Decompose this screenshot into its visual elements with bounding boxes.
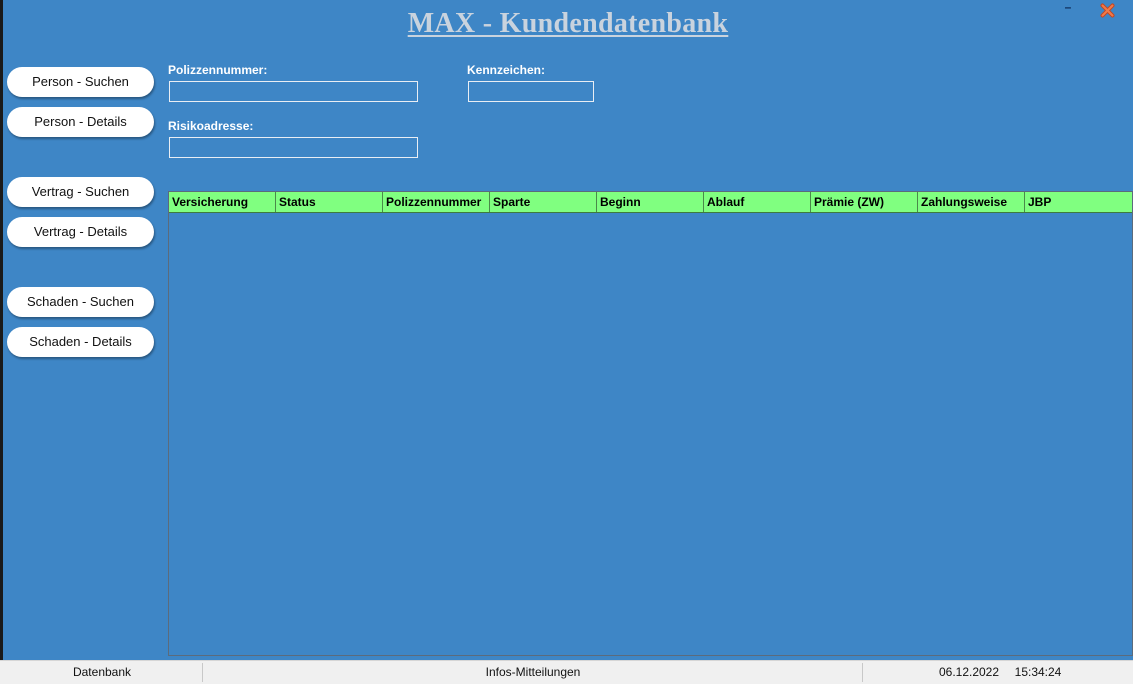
risk-address-input[interactable] xyxy=(169,137,418,158)
column-header-ablauf[interactable]: Ablauf xyxy=(704,192,811,212)
window-left-border xyxy=(0,0,3,660)
column-header-jbp[interactable]: JBP xyxy=(1025,192,1132,212)
claim-details-button[interactable]: Schaden - Details xyxy=(7,327,154,357)
column-header-status[interactable]: Status xyxy=(276,192,383,212)
license-plate-label: Kennzeichen: xyxy=(467,63,546,77)
column-header-beginn[interactable]: Beginn xyxy=(597,192,704,212)
grid-header: Versicherung Status Polizzennummer Spart… xyxy=(169,192,1132,213)
person-details-button[interactable]: Person - Details xyxy=(7,107,154,137)
close-icon[interactable] xyxy=(1100,3,1115,18)
person-search-button[interactable]: Person - Suchen xyxy=(7,67,154,97)
contract-details-button[interactable]: Vertrag - Details xyxy=(7,217,154,247)
column-header-sparte[interactable]: Sparte xyxy=(490,192,597,212)
contracts-grid[interactable]: Versicherung Status Polizzennummer Spart… xyxy=(168,191,1133,656)
status-divider xyxy=(862,663,863,682)
status-date: 06.12.2022 xyxy=(938,665,1000,679)
license-plate-input[interactable] xyxy=(468,81,594,102)
policy-number-label: Polizzennummer: xyxy=(168,63,268,77)
column-header-praemie[interactable]: Prämie (ZW) xyxy=(811,192,918,212)
column-header-zahlungsweise[interactable]: Zahlungsweise xyxy=(918,192,1025,212)
status-time: 15:34:24 xyxy=(1014,665,1062,679)
policy-number-input[interactable] xyxy=(169,81,418,102)
claim-search-button[interactable]: Schaden - Suchen xyxy=(7,287,154,317)
column-header-polizzennummer[interactable]: Polizzennummer xyxy=(383,192,490,212)
risk-address-label: Risikoadresse: xyxy=(168,119,254,133)
app-title: MAX - Kundendatenbank xyxy=(407,8,729,39)
status-info-messages: Infos-Mitteilungen xyxy=(485,665,581,679)
status-bar: Datenbank Infos-Mitteilungen 06.12.2022 … xyxy=(0,660,1133,684)
column-header-versicherung[interactable]: Versicherung xyxy=(169,192,276,212)
status-database: Datenbank xyxy=(72,665,132,679)
contract-search-button[interactable]: Vertrag - Suchen xyxy=(7,177,154,207)
minimize-icon[interactable]: – xyxy=(1061,1,1075,16)
